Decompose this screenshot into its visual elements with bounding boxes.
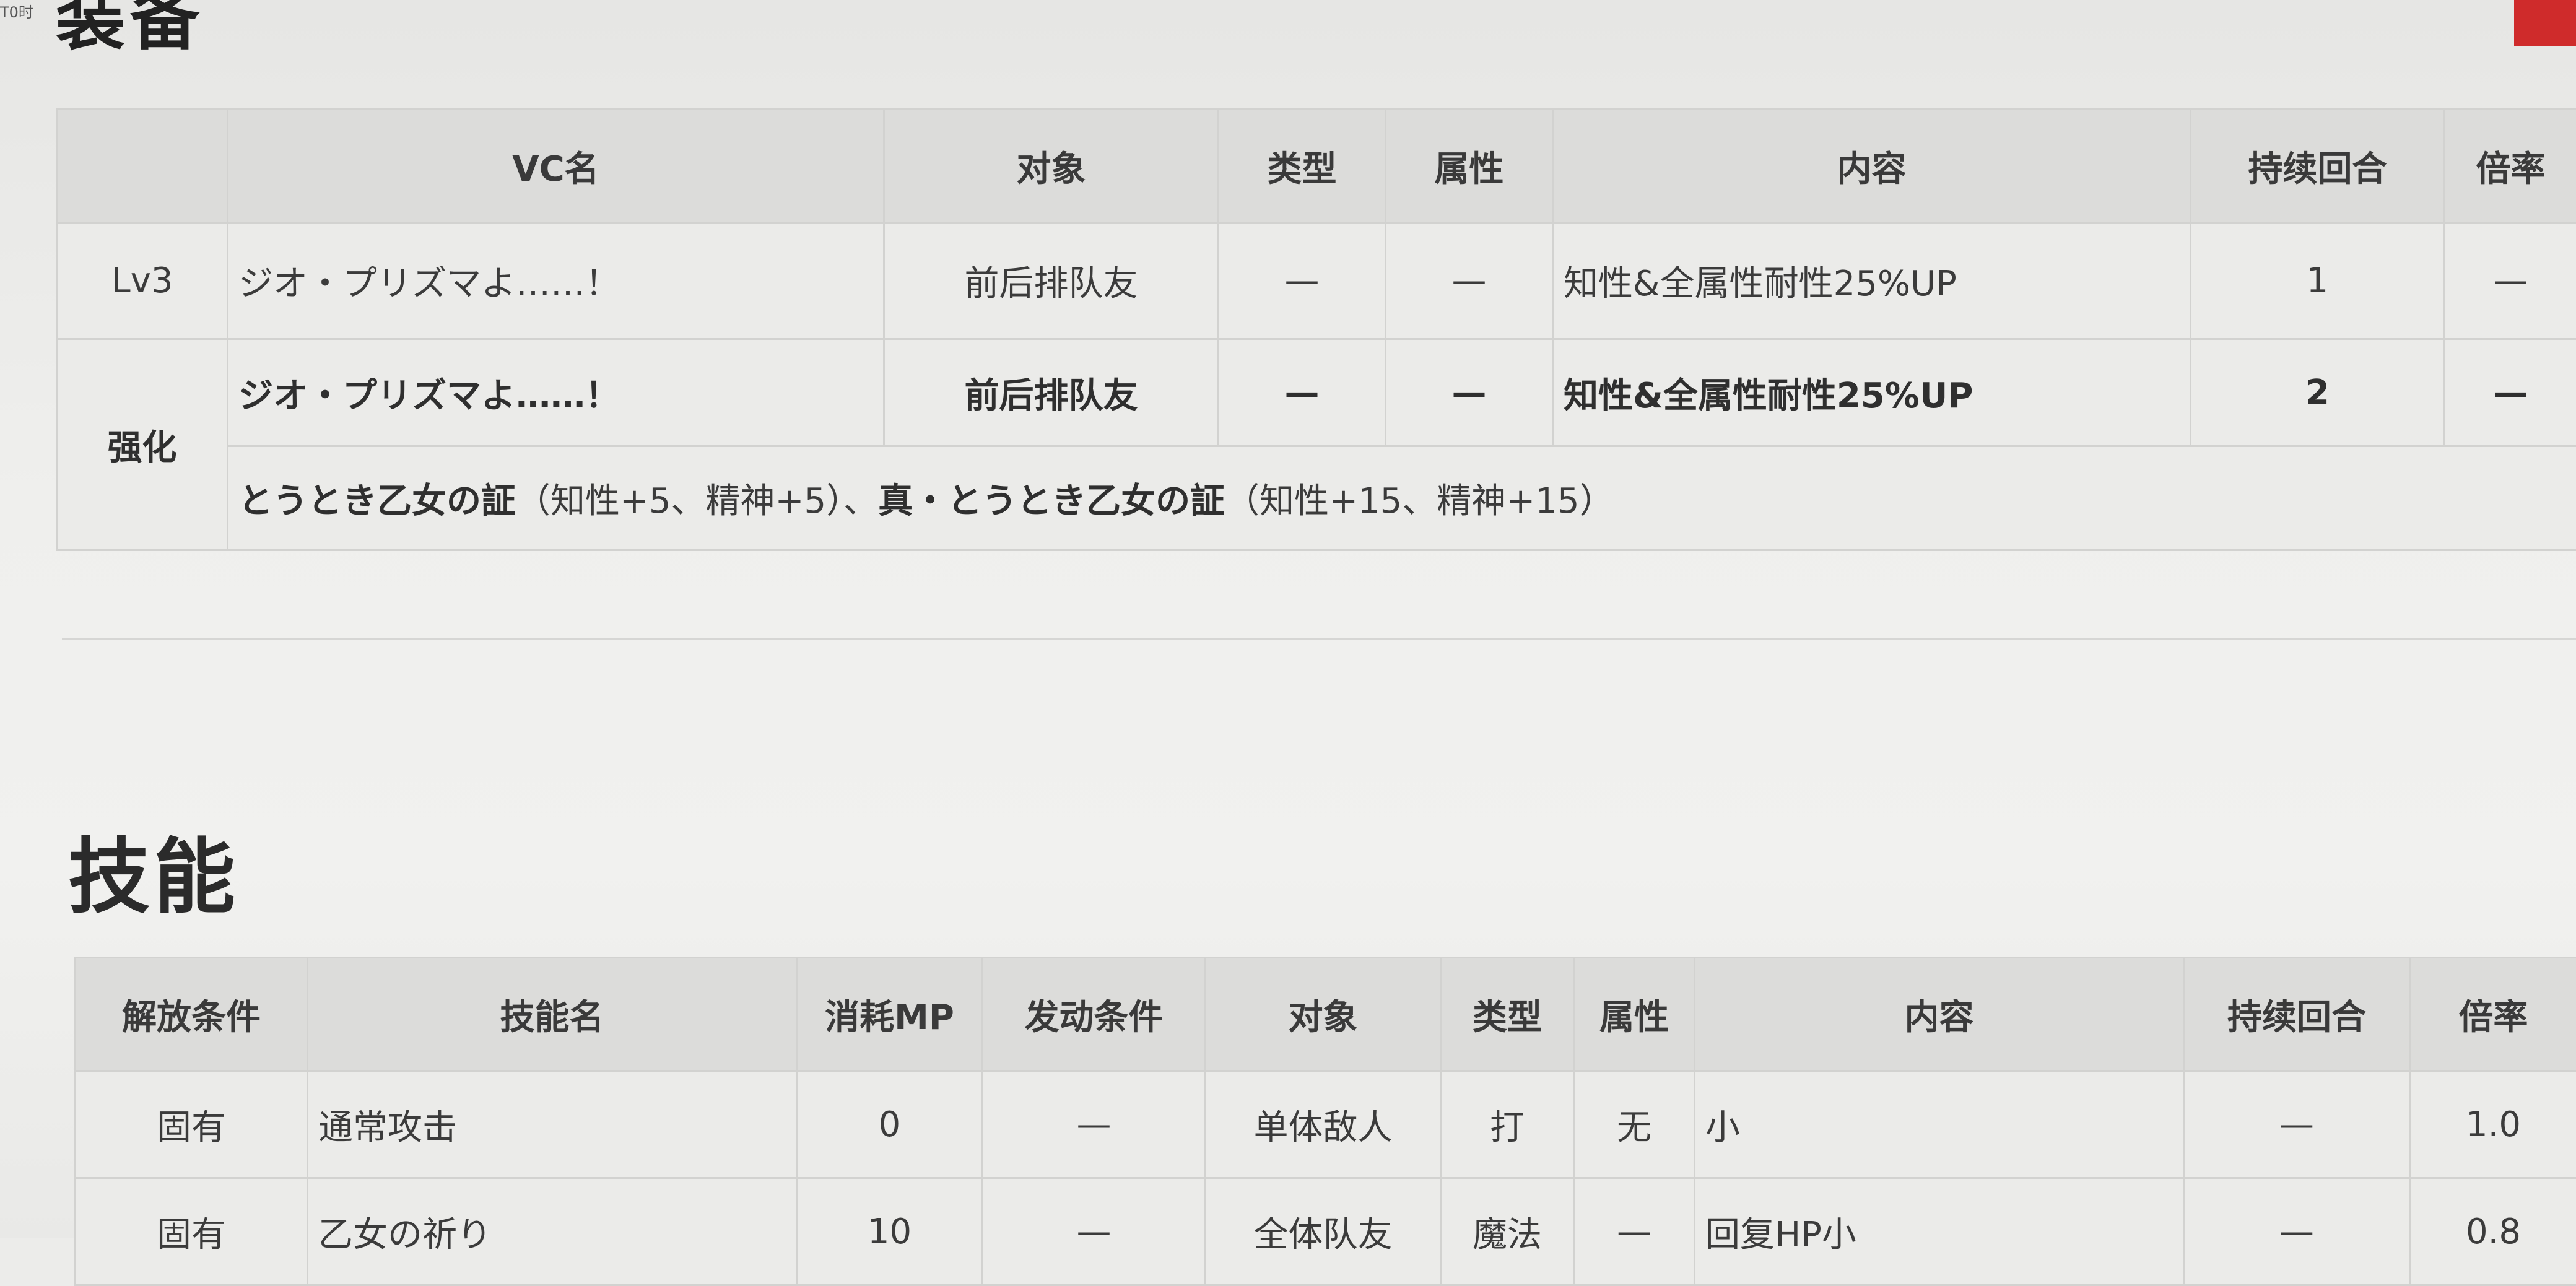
vc-header-rate: 倍率 [2445, 110, 2576, 223]
vc-header-type: 类型 [1219, 110, 1386, 223]
vc-header-empty [57, 110, 228, 223]
vc-attr-enhanced: — [1386, 339, 1553, 446]
row-label-enhanced: 强化 [57, 339, 228, 550]
vc-table-header-row: VC名 对象 类型 属性 内容 持续回合 倍率 [57, 110, 2576, 223]
skill-unlock: 固有 [76, 1071, 308, 1178]
skill-header-target: 对象 [1206, 958, 1441, 1071]
skill-header-turns: 持续回合 [2184, 958, 2410, 1071]
skill-rate: 1.0 [2410, 1071, 2576, 1178]
skill-header-type: 类型 [1441, 958, 1574, 1071]
skill-name: 通常攻击 [308, 1071, 797, 1178]
requirement-a-stats: （知性+5、精神+5）、 [516, 481, 878, 521]
vc-header-turns: 持续回合 [2191, 110, 2445, 223]
section-divider [62, 638, 2576, 640]
red-accent-block [2514, 0, 2576, 46]
vc-name: ジオ・プリズマよ……！ [228, 223, 884, 339]
vc-table: VC名 对象 类型 属性 内容 持续回合 倍率 Lv3 ジオ・プリズマよ……！ … [56, 108, 2576, 551]
vc-attr: — [1386, 223, 1553, 339]
table-row: 固有 通常攻击 0 — 单体敌人 打 无 小 — 1.0 [76, 1071, 2576, 1178]
section-heading-partial: 装备 [56, 0, 204, 63]
skill-condition: — [983, 1071, 1206, 1178]
vc-content-enhanced: 知性&全属性耐性25%UP [1553, 339, 2191, 446]
skill-name: 乙女の祈り [308, 1178, 797, 1285]
skill-attr: — [1574, 1178, 1695, 1285]
skill-target: 单体敌人 [1206, 1071, 1441, 1178]
requirement-b-stats: （知性+15、精神+15） [1225, 481, 1614, 521]
skill-header-condition: 发动条件 [983, 958, 1206, 1071]
requirement-a-name: とうとき乙女の証 [238, 481, 516, 521]
vc-name-enhanced: ジオ・プリズマよ……！ [228, 339, 884, 446]
vc-type-enhanced: — [1219, 339, 1386, 446]
vc-header-attr: 属性 [1386, 110, 1553, 223]
row-label-lv3: Lv3 [57, 223, 228, 339]
skill-rate: 0.8 [2410, 1178, 2576, 1285]
table-row: とうとき乙女の証（知性+5、精神+5）、真・とうとき乙女の証（知性+15、精神+… [57, 446, 2576, 550]
skill-type: 魔法 [1441, 1178, 1574, 1285]
vc-content: 知性&全属性耐性25%UP [1553, 223, 2191, 339]
vc-turns-enhanced: 2 [2191, 339, 2445, 446]
skill-turns: — [2184, 1178, 2410, 1285]
table-row: Lv3 ジオ・プリズマよ……！ 前后排队友 — — 知性&全属性耐性25%UP … [57, 223, 2576, 339]
skill-header-mp: 消耗MP [797, 958, 983, 1071]
skills-table: 解放条件 技能名 消耗MP 发动条件 对象 类型 属性 内容 持续回合 倍率 固… [74, 957, 2576, 1286]
skill-mp: 10 [797, 1178, 983, 1285]
table-row: 强化 ジオ・プリズマよ……！ 前后排队友 — — 知性&全属性耐性25%UP 2… [57, 339, 2576, 446]
skill-content: 小 [1695, 1071, 2184, 1178]
skill-header-name: 技能名 [308, 958, 797, 1071]
skills-table-header-row: 解放条件 技能名 消耗MP 发动条件 对象 类型 属性 内容 持续回合 倍率 [76, 958, 2576, 1071]
page-background: T0时 装备 VC名 对象 类型 属性 内容 持续回合 倍率 Lv3 ジオ・プリ… [0, 0, 2576, 1238]
skill-header-rate: 倍率 [2410, 958, 2576, 1071]
vc-type: — [1219, 223, 1386, 339]
vc-header-name: VC名 [228, 110, 884, 223]
skill-unlock: 固有 [76, 1178, 308, 1285]
skill-header-unlock: 解放条件 [76, 958, 308, 1071]
skill-type: 打 [1441, 1071, 1574, 1178]
section-title-skills: 技能 [68, 811, 239, 929]
vc-rate-enhanced: — [2445, 339, 2576, 446]
skill-header-content: 内容 [1695, 958, 2184, 1071]
skill-mp: 0 [797, 1071, 983, 1178]
requirement-b-name: 真・とうとき乙女の証 [878, 481, 1225, 521]
vc-header-target: 对象 [884, 110, 1219, 223]
vc-target: 前后排队友 [884, 223, 1219, 339]
skill-content: 回复HP小 [1695, 1178, 2184, 1285]
vc-target-enhanced: 前后排队友 [884, 339, 1219, 446]
skill-attr: 无 [1574, 1071, 1695, 1178]
skill-target: 全体队友 [1206, 1178, 1441, 1285]
skill-condition: — [983, 1178, 1206, 1285]
vc-turns: 1 [2191, 223, 2445, 339]
enhance-requirements: とうとき乙女の証（知性+5、精神+5）、真・とうとき乙女の証（知性+15、精神+… [228, 446, 2576, 550]
vc-rate: — [2445, 223, 2576, 339]
table-row: 固有 乙女の祈り 10 — 全体队友 魔法 — 回复HP小 — 0.8 [76, 1178, 2576, 1285]
vc-header-content: 内容 [1553, 110, 2191, 223]
top-tag: T0时 [0, 0, 33, 22]
skill-turns: — [2184, 1071, 2410, 1178]
skill-header-attr: 属性 [1574, 958, 1695, 1071]
